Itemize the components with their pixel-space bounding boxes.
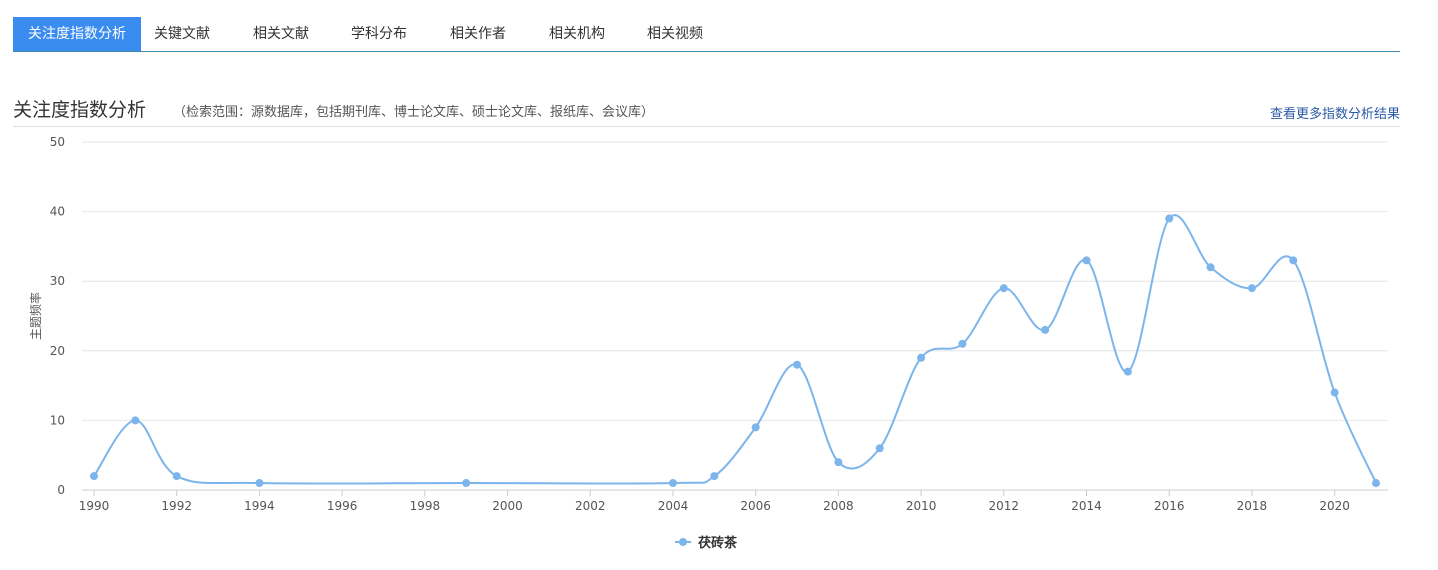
section-title: 关注度指数分析 xyxy=(13,99,147,121)
legend-label: 茯砖茶 xyxy=(698,535,738,551)
y-tick-label: 40 xyxy=(50,205,65,219)
data-point xyxy=(1372,479,1380,488)
tab-5[interactable]: 相关机构 xyxy=(522,17,632,51)
y-tick-label: 20 xyxy=(50,344,65,358)
x-tick-label: 2016 xyxy=(1154,499,1185,513)
data-point xyxy=(1206,263,1215,272)
data-point xyxy=(1041,325,1050,334)
x-tick-label: 2004 xyxy=(658,499,689,513)
tab-bar: 关注度指数分析 关键文献 相关文献 学科分布 相关作者 相关机构 相关视频 xyxy=(13,17,1400,52)
data-point xyxy=(917,353,926,362)
data-point xyxy=(999,284,1008,293)
y-tick-label: 30 xyxy=(50,274,65,288)
series-line xyxy=(93,214,1377,485)
data-point xyxy=(172,472,181,481)
x-tick-label: 2018 xyxy=(1237,499,1268,513)
more-analysis-link[interactable]: 查看更多指数分析结果 xyxy=(1270,103,1400,122)
y-tick-label: 50 xyxy=(50,135,65,149)
tab-4[interactable]: 相关作者 xyxy=(423,17,533,51)
data-point xyxy=(131,416,140,425)
y-tick-label: 0 xyxy=(57,483,65,497)
data-point xyxy=(751,423,760,432)
x-tick-label: 2008 xyxy=(823,499,854,513)
data-point xyxy=(1247,284,1256,293)
x-tick-label: 1998 xyxy=(410,499,441,513)
x-tick-label: 2006 xyxy=(740,499,771,513)
data-point xyxy=(255,479,264,488)
tab-0[interactable]: 关注度指数分析 xyxy=(13,17,141,51)
data-point xyxy=(710,472,719,481)
tab-2[interactable]: 相关文献 xyxy=(226,17,336,51)
x-tick-label: 2002 xyxy=(575,499,606,513)
data-point xyxy=(1123,367,1132,376)
legend-marker xyxy=(679,538,687,546)
data-point xyxy=(958,339,967,348)
attention-index-chart: 0 10 20 30 40 50 1990 1992 1994 1996 1998 2000 2002 2… xyxy=(28,135,1388,551)
data-point xyxy=(90,472,98,481)
x-tick-label: 2020 xyxy=(1319,499,1350,513)
search-scope-note: （检索范围：源数据库，包括期刊库、博士论文库、硕士论文库、报纸库、会议库） xyxy=(173,105,655,120)
y-axis-label: 主题频率 xyxy=(28,292,43,340)
x-tick-label: 1994 xyxy=(244,499,275,513)
data-point xyxy=(793,360,802,369)
section-divider xyxy=(13,126,1400,127)
data-point xyxy=(1330,388,1339,397)
x-tick-label: 2000 xyxy=(492,499,523,513)
x-tick-label: 2014 xyxy=(1071,499,1102,513)
x-tick-label: 2012 xyxy=(989,499,1020,513)
tab-3[interactable]: 学科分布 xyxy=(324,17,434,51)
y-tick-label: 10 xyxy=(50,413,65,427)
data-point xyxy=(875,444,884,453)
x-tick-label: 1990 xyxy=(79,499,110,513)
data-point xyxy=(462,479,471,488)
x-tick-label: 1996 xyxy=(327,499,358,513)
data-point xyxy=(1165,214,1174,223)
tab-1[interactable]: 关键文献 xyxy=(127,17,237,51)
x-tick-label: 1992 xyxy=(161,499,192,513)
data-point xyxy=(834,458,843,467)
tab-6[interactable]: 相关视频 xyxy=(620,17,730,51)
x-tick-label: 2010 xyxy=(906,499,937,513)
data-point xyxy=(1082,256,1091,265)
data-point xyxy=(1289,256,1298,265)
data-point xyxy=(668,479,677,488)
